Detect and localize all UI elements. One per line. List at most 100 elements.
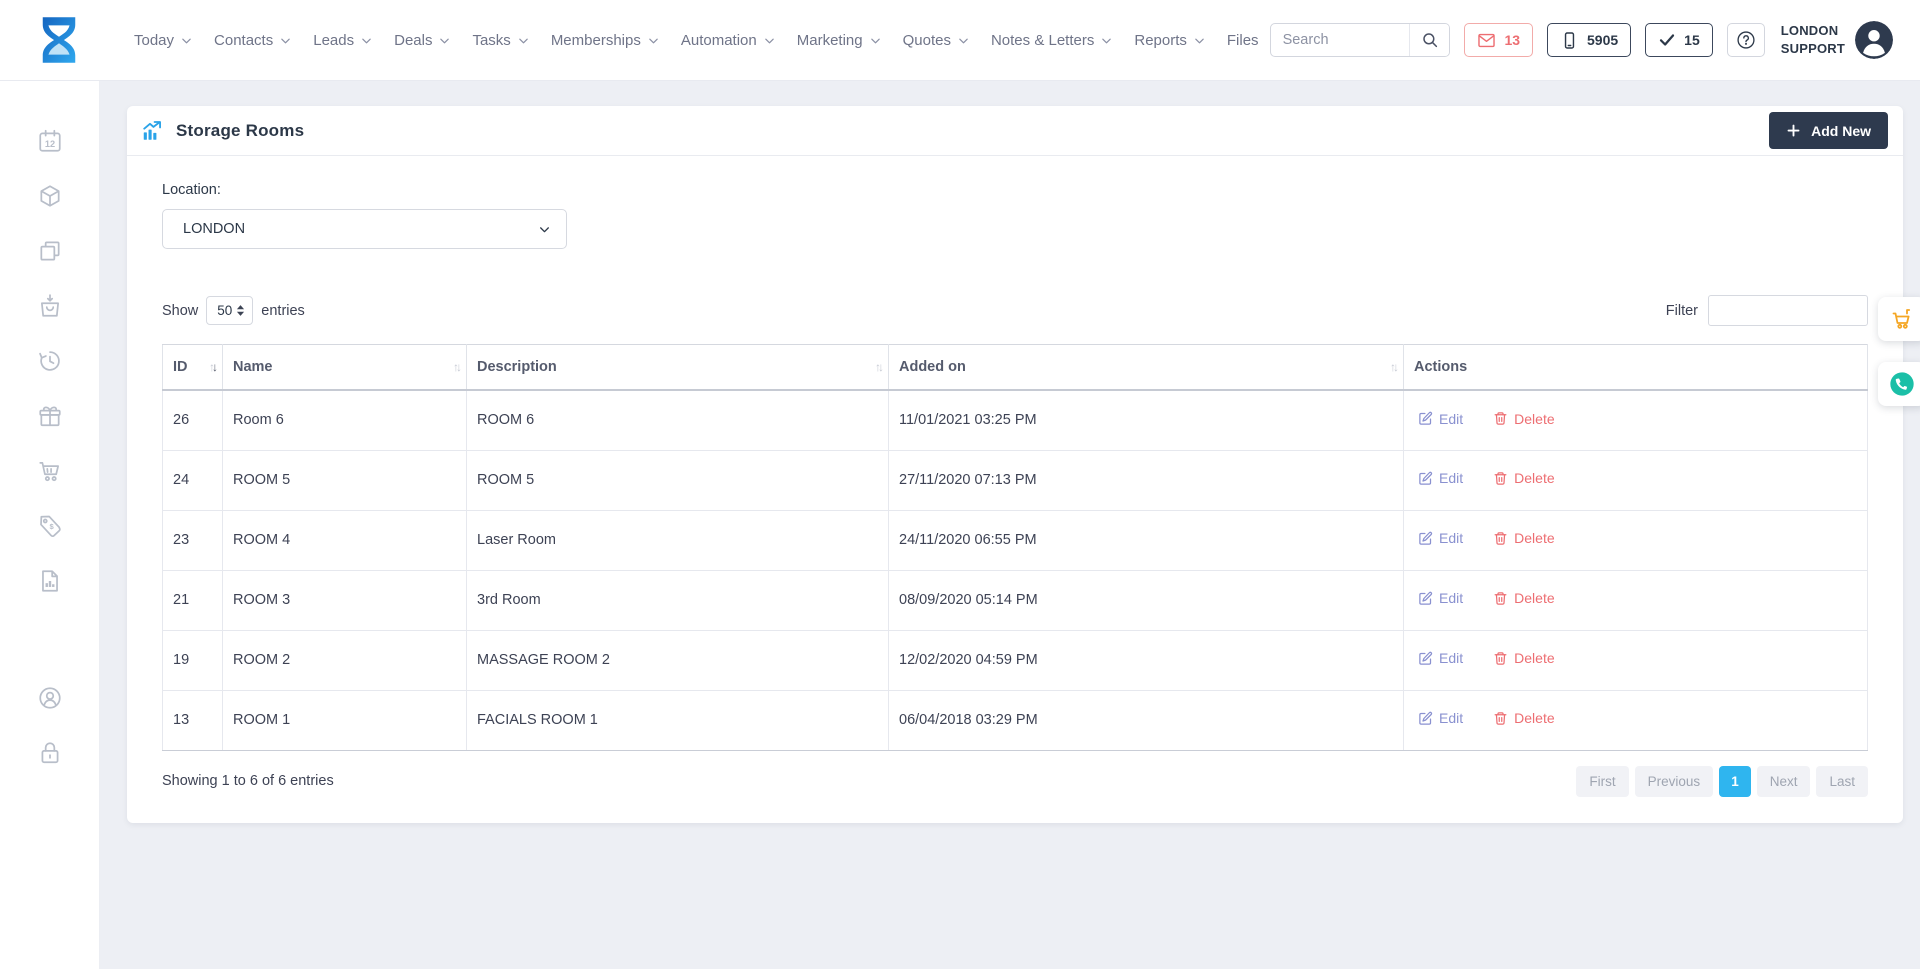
user-menu[interactable]: LONDON SUPPORT (1781, 21, 1893, 59)
delete-button[interactable]: Delete (1493, 470, 1554, 486)
column-header-name[interactable]: Name ↑↓ (223, 345, 467, 391)
nav-item-today[interactable]: Today (123, 32, 203, 49)
pagination-last[interactable]: Last (1816, 766, 1868, 797)
spinner-arrows-icon (236, 304, 245, 317)
pagination-previous[interactable]: Previous (1635, 766, 1714, 797)
cell-actions: Edit Delete (1404, 450, 1868, 510)
delete-button[interactable]: Delete (1493, 650, 1554, 666)
add-new-button[interactable]: Add New (1769, 112, 1888, 149)
delete-button[interactable]: Delete (1493, 530, 1554, 546)
delete-button[interactable]: Delete (1493, 590, 1554, 606)
chevron-down-icon (764, 37, 775, 45)
phone-teal-icon (1887, 369, 1917, 399)
sidebar-item-purchases[interactable] (37, 293, 63, 319)
floating-cart-button[interactable] (1878, 297, 1920, 341)
search-icon (1421, 31, 1439, 49)
sidebar-item-report[interactable] (37, 568, 63, 594)
cell-added-on: 08/09/2020 05:14 PM (889, 570, 1404, 630)
sort-icons: ↑↓ (1390, 360, 1396, 374)
storage-rooms-card: Storage Rooms Add New Location: LONDON S… (127, 106, 1903, 823)
page-length-value: 50 (217, 303, 232, 318)
help-icon (1736, 30, 1756, 50)
sidebar-item-products[interactable] (37, 183, 63, 209)
nav-item-contacts[interactable]: Contacts (203, 32, 302, 49)
smartphone-icon (1560, 31, 1579, 50)
sidebar-item-account[interactable] (37, 685, 63, 711)
messages-count: 13 (1504, 32, 1520, 48)
nav-item-quotes[interactable]: Quotes (892, 32, 980, 49)
nav-item-marketing[interactable]: Marketing (786, 32, 892, 49)
pagination-next[interactable]: Next (1757, 766, 1811, 797)
cart-orange-icon (1890, 307, 1914, 331)
nav-item-leads[interactable]: Leads (302, 32, 383, 49)
table-header-row: ID ↑↓ Name ↑↓ Description ↑↓ Added on ↑↓ (163, 345, 1868, 391)
cell-actions: Edit Delete (1404, 510, 1868, 570)
column-header-id[interactable]: ID ↑↓ (163, 345, 223, 391)
filter-input[interactable] (1708, 295, 1868, 326)
cell-actions: Edit Delete (1404, 390, 1868, 450)
avatar (1855, 21, 1893, 59)
phone-badge[interactable]: 5905 (1547, 23, 1631, 57)
search-button[interactable] (1409, 24, 1449, 56)
help-button[interactable] (1727, 23, 1765, 57)
pagination-first[interactable]: First (1576, 766, 1628, 797)
card-body: Location: LONDON Show 50 entries (127, 156, 1903, 797)
cell-description: ROOM 6 (467, 390, 889, 450)
sidebar-item-cart[interactable] (37, 458, 63, 484)
edit-button[interactable]: Edit (1418, 710, 1463, 726)
sidebar-item-copy[interactable] (37, 238, 63, 264)
delete-button[interactable]: Delete (1493, 710, 1554, 726)
nav-item-notes-letters[interactable]: Notes & Letters (980, 32, 1123, 49)
user-avatar-icon (1855, 21, 1893, 59)
calendar-icon: 12 (37, 128, 63, 154)
pagination-1[interactable]: 1 (1719, 766, 1751, 797)
sidebar-item-tag[interactable]: $ (37, 513, 63, 539)
location-select[interactable]: LONDON (162, 209, 567, 249)
user-name: LONDON SUPPORT (1781, 22, 1845, 57)
tasks-badge[interactable]: 15 (1645, 23, 1713, 57)
sidebar-item-calendar[interactable]: 12 (37, 128, 63, 154)
nav-item-files[interactable]: Files (1216, 32, 1270, 49)
nav-item-tasks[interactable]: Tasks (461, 32, 539, 49)
sidebar-item-history[interactable] (37, 348, 63, 374)
cell-added-on: 11/01/2021 03:25 PM (889, 390, 1404, 450)
column-header-description[interactable]: Description ↑↓ (467, 345, 889, 391)
edit-button[interactable]: Edit (1418, 530, 1463, 546)
nav-item-deals[interactable]: Deals (383, 32, 461, 49)
delete-button[interactable]: Delete (1493, 411, 1554, 427)
plus-icon (1786, 123, 1801, 138)
chevron-down-icon (361, 37, 372, 45)
page-title: Storage Rooms (176, 121, 304, 141)
gift-icon (37, 403, 63, 429)
messages-badge[interactable]: 13 (1464, 23, 1533, 57)
edit-button[interactable]: Edit (1418, 411, 1463, 427)
check-icon (1658, 31, 1676, 49)
edit-button[interactable]: Edit (1418, 470, 1463, 486)
sidebar-item-gift[interactable] (37, 403, 63, 429)
cell-actions: Edit Delete (1404, 570, 1868, 630)
app-logo[interactable] (33, 14, 85, 66)
cell-id: 26 (163, 390, 223, 450)
nav-item-automation[interactable]: Automation (670, 32, 786, 49)
cell-name: Room 6 (223, 390, 467, 450)
cell-actions: Edit Delete (1404, 630, 1868, 690)
edit-button[interactable]: Edit (1418, 650, 1463, 666)
column-header-actions: Actions (1404, 345, 1868, 391)
cell-id: 24 (163, 450, 223, 510)
cell-id: 19 (163, 630, 223, 690)
nav-item-reports[interactable]: Reports (1123, 32, 1216, 49)
trash-icon (1493, 531, 1508, 546)
cell-actions: Edit Delete (1404, 690, 1868, 750)
edit-icon (1418, 711, 1433, 726)
floating-phone-button[interactable] (1878, 362, 1920, 406)
column-header-added-on[interactable]: Added on ↑↓ (889, 345, 1404, 391)
edit-icon (1418, 471, 1433, 486)
hourglass-logo-icon (33, 14, 85, 66)
nav-item-memberships[interactable]: Memberships (540, 32, 670, 49)
rooms-table: ID ↑↓ Name ↑↓ Description ↑↓ Added on ↑↓ (162, 344, 1868, 751)
page-length-select[interactable]: 50 (206, 296, 253, 325)
table-row: 26 Room 6 ROOM 6 11/01/2021 03:25 PM Edi… (163, 390, 1868, 450)
edit-button[interactable]: Edit (1418, 590, 1463, 606)
sidebar-item-lock[interactable] (37, 740, 63, 766)
search-input[interactable] (1271, 32, 1410, 48)
